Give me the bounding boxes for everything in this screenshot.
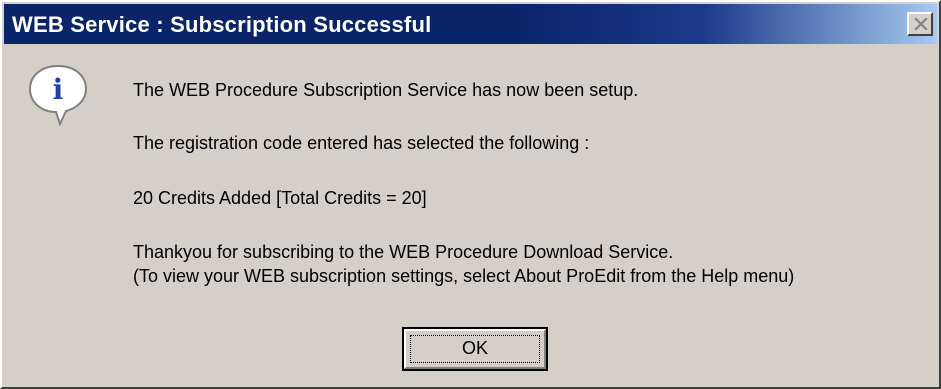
message-line-4: Thankyou for subscribing to the WEB Proc… — [133, 242, 674, 262]
title-bar[interactable]: WEB Service : Subscription Successful — [4, 4, 937, 44]
info-icon: i — [28, 64, 88, 126]
info-glyph: i — [53, 73, 64, 106]
window-title: WEB Service : Subscription Successful — [12, 12, 432, 37]
ok-button[interactable]: OK — [402, 327, 548, 371]
ok-button-label: OK — [461, 338, 488, 358]
message-line-1: The WEB Procedure Subscription Service h… — [133, 80, 639, 100]
message-line-2: The registration code entered has select… — [133, 133, 590, 153]
close-button[interactable] — [907, 12, 933, 36]
message-line-3: 20 Credits Added [Total Credits = 20] — [133, 188, 427, 208]
subscription-dialog: WEB Service : Subscription Successful i … — [0, 0, 941, 389]
close-icon — [914, 18, 928, 30]
message-line-5: (To view your WEB subscription settings,… — [133, 266, 795, 286]
